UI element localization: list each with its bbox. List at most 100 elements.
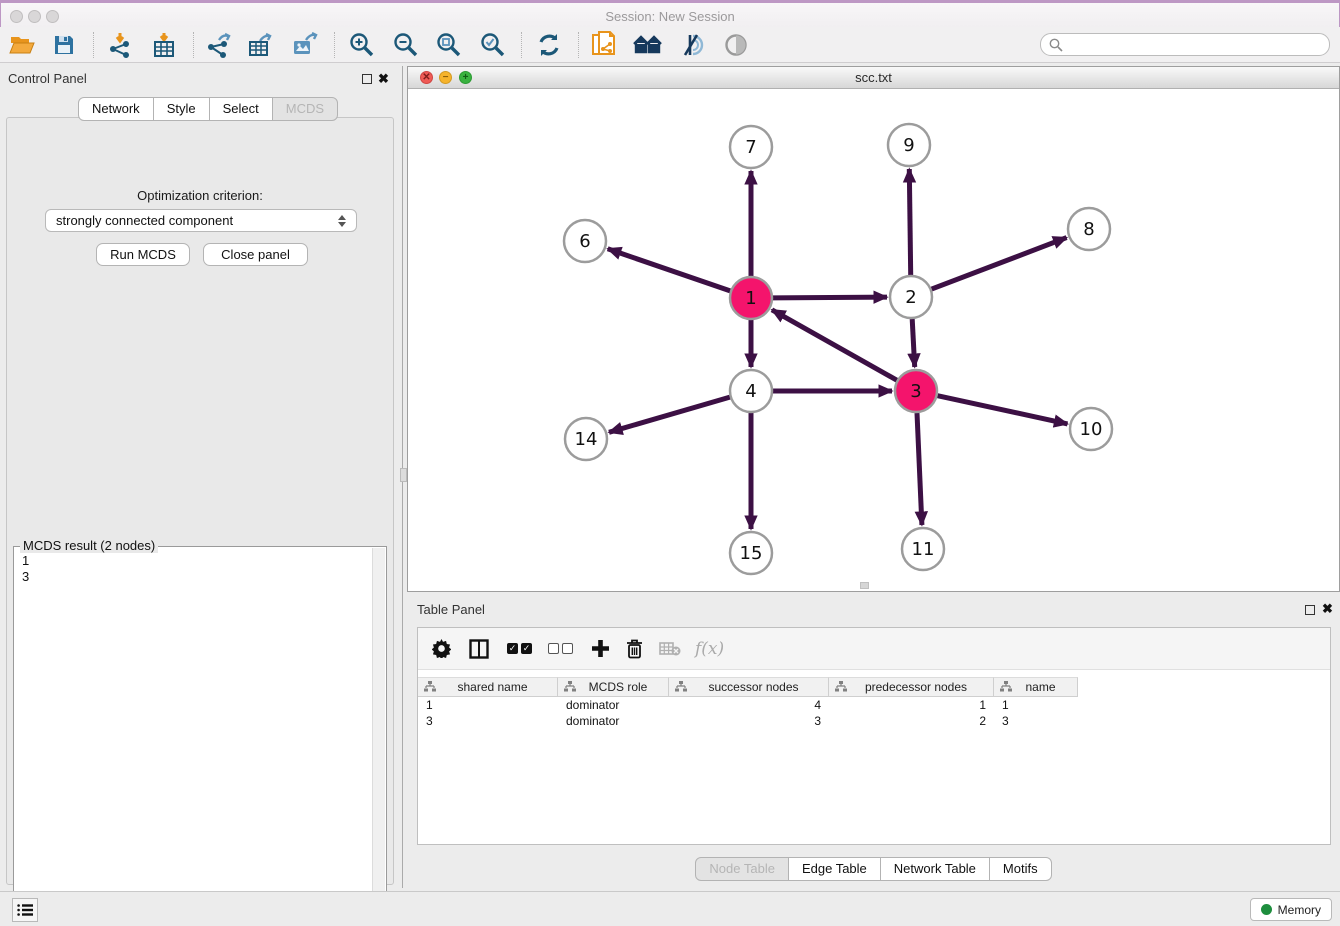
import-network-icon[interactable] [103, 30, 137, 60]
graph-node-14[interactable]: 14 [565, 418, 607, 460]
show-graphics-details-icon[interactable] [719, 30, 753, 60]
optimization-criterion-select[interactable]: strongly connected component [45, 209, 357, 232]
graph-edge-1-6[interactable] [608, 249, 731, 291]
graph-node-4[interactable]: 4 [730, 370, 772, 412]
graph-edge-2-9[interactable] [909, 169, 910, 275]
zoom-selected-icon[interactable] [476, 30, 510, 60]
graph-edge-2-3[interactable] [912, 319, 915, 367]
graph-edge-1-2[interactable] [773, 297, 887, 298]
graph-node-8[interactable]: 8 [1068, 208, 1110, 250]
mcds-result-line: 3 [22, 569, 29, 585]
table-cell[interactable]: 4 [669, 697, 829, 713]
select-all-icon[interactable]: ✓✓ [507, 634, 532, 664]
graph-node-15[interactable]: 15 [730, 532, 772, 574]
search-input[interactable] [1068, 38, 1321, 52]
graph-edge-3-1[interactable] [772, 310, 897, 380]
graph-edge-3-11[interactable] [917, 413, 922, 525]
clone-network-icon[interactable] [587, 30, 621, 60]
zoom-fit-icon[interactable] [432, 30, 466, 60]
network-canvas[interactable]: 1 2 3 4 6 7 8 9 10 11 14 15 [408, 89, 1339, 591]
splitter-grip[interactable] [400, 468, 407, 482]
float-panel-icon[interactable] [362, 74, 372, 84]
result-vertical-scrollbar[interactable] [372, 548, 385, 909]
zoom-in-icon[interactable] [345, 30, 379, 60]
graph-node-10[interactable]: 10 [1070, 408, 1112, 450]
toolbar-separator [93, 32, 94, 58]
search-box[interactable] [1040, 33, 1330, 56]
graph-node-2[interactable]: 2 [890, 276, 932, 318]
table-cell[interactable]: 1 [994, 697, 1078, 713]
export-table-icon[interactable] [244, 30, 278, 60]
table-tab-motifs[interactable]: Motifs [989, 857, 1052, 881]
network-window-titlebar[interactable]: ✕ − + scc.txt [408, 67, 1339, 89]
graph-node-label: 3 [910, 381, 921, 402]
network-graph[interactable]: 1 2 3 4 6 7 8 9 10 11 14 15 [408, 89, 1339, 591]
export-network-icon[interactable] [201, 30, 235, 60]
table-row[interactable]: 1dominator411 [418, 697, 1330, 713]
add-column-plus-icon[interactable] [591, 634, 610, 664]
graph-edge-3-10[interactable] [938, 396, 1068, 424]
graph-node-7[interactable]: 7 [730, 126, 772, 168]
deselect-all-icon[interactable] [548, 634, 573, 664]
graph-node-1[interactable]: 1 [730, 277, 772, 319]
tab-mcds[interactable]: MCDS [272, 97, 338, 121]
graph-edge-4-14[interactable] [609, 397, 730, 432]
table-cell[interactable]: 1 [829, 697, 994, 713]
column-header-predecessor-nodes[interactable]: predecessor nodes [829, 677, 994, 697]
zoom-out-icon[interactable] [389, 30, 423, 60]
run-mcds-button[interactable]: Run MCDS [96, 243, 190, 266]
function-builder-icon: f(x) [695, 634, 724, 664]
column-header-successor-nodes[interactable]: successor nodes [669, 677, 829, 697]
table-cell[interactable]: 2 [829, 713, 994, 729]
table-columns-icon[interactable] [469, 634, 489, 664]
table-cell[interactable]: 3 [994, 713, 1078, 729]
column-header-shared-name[interactable]: shared name [418, 677, 558, 697]
node-table-box: ✓✓ f(x) shared name MCDS role successor no… [417, 627, 1331, 845]
tab-network[interactable]: Network [78, 97, 154, 121]
float-table-panel-icon[interactable] [1305, 605, 1315, 615]
table-tab-edge-table[interactable]: Edge Table [788, 857, 881, 881]
table-cell[interactable]: 3 [418, 713, 558, 729]
graph-node-3[interactable]: 3 [895, 370, 937, 412]
close-panel-button[interactable]: Close panel [203, 243, 308, 266]
tab-style[interactable]: Style [153, 97, 210, 121]
tab-select[interactable]: Select [209, 97, 273, 121]
checked-box-icon: ✓ [521, 643, 532, 654]
select-stepper-icon [338, 215, 346, 227]
column-header-name[interactable]: name [994, 677, 1078, 697]
graph-node-11[interactable]: 11 [902, 528, 944, 570]
column-header-MCDS-role[interactable]: MCDS role [558, 677, 669, 697]
close-table-panel-icon[interactable]: ✖ [1322, 601, 1333, 617]
table-settings-gear-icon[interactable] [432, 634, 451, 664]
optimization-criterion-value: strongly connected component [56, 213, 338, 228]
graph-node-label: 9 [903, 135, 914, 156]
table-cell[interactable]: 3 [669, 713, 829, 729]
export-image-icon[interactable] [288, 30, 322, 60]
table-tab-network-table[interactable]: Network Table [880, 857, 990, 881]
column-header-label: MCDS role [589, 680, 648, 694]
control-panel-tabs: NetworkStyleSelectMCDS [78, 97, 338, 121]
graph-node-6[interactable]: 6 [564, 220, 606, 262]
main-toolbar [0, 27, 1340, 63]
unchecked-box-icon [548, 643, 559, 654]
panel-splitter[interactable] [400, 66, 407, 888]
save-session-icon[interactable] [47, 30, 81, 60]
table-cell[interactable]: 1 [418, 697, 558, 713]
import-table-icon[interactable] [147, 30, 181, 60]
canvas-scrollbar-thumb[interactable] [860, 582, 869, 589]
open-file-icon[interactable] [5, 30, 39, 60]
table-tab-node-table[interactable]: Node Table [695, 857, 789, 881]
graph-node-9[interactable]: 9 [888, 124, 930, 166]
cybrowser-home-icon[interactable] [631, 30, 665, 60]
table-cell[interactable]: dominator [558, 697, 669, 713]
table-row[interactable]: 3dominator323 [418, 713, 1330, 729]
task-history-button[interactable] [12, 898, 38, 922]
hide-graphics-details-icon[interactable] [675, 30, 709, 60]
delete-column-trash-icon[interactable] [626, 634, 643, 664]
apply-layout-icon[interactable] [532, 30, 566, 60]
status-bar: Memory [0, 891, 1340, 926]
memory-button[interactable]: Memory [1250, 898, 1332, 921]
graph-edge-2-8[interactable] [932, 238, 1067, 290]
table-cell[interactable]: dominator [558, 713, 669, 729]
close-panel-icon[interactable]: ✖ [378, 71, 389, 87]
